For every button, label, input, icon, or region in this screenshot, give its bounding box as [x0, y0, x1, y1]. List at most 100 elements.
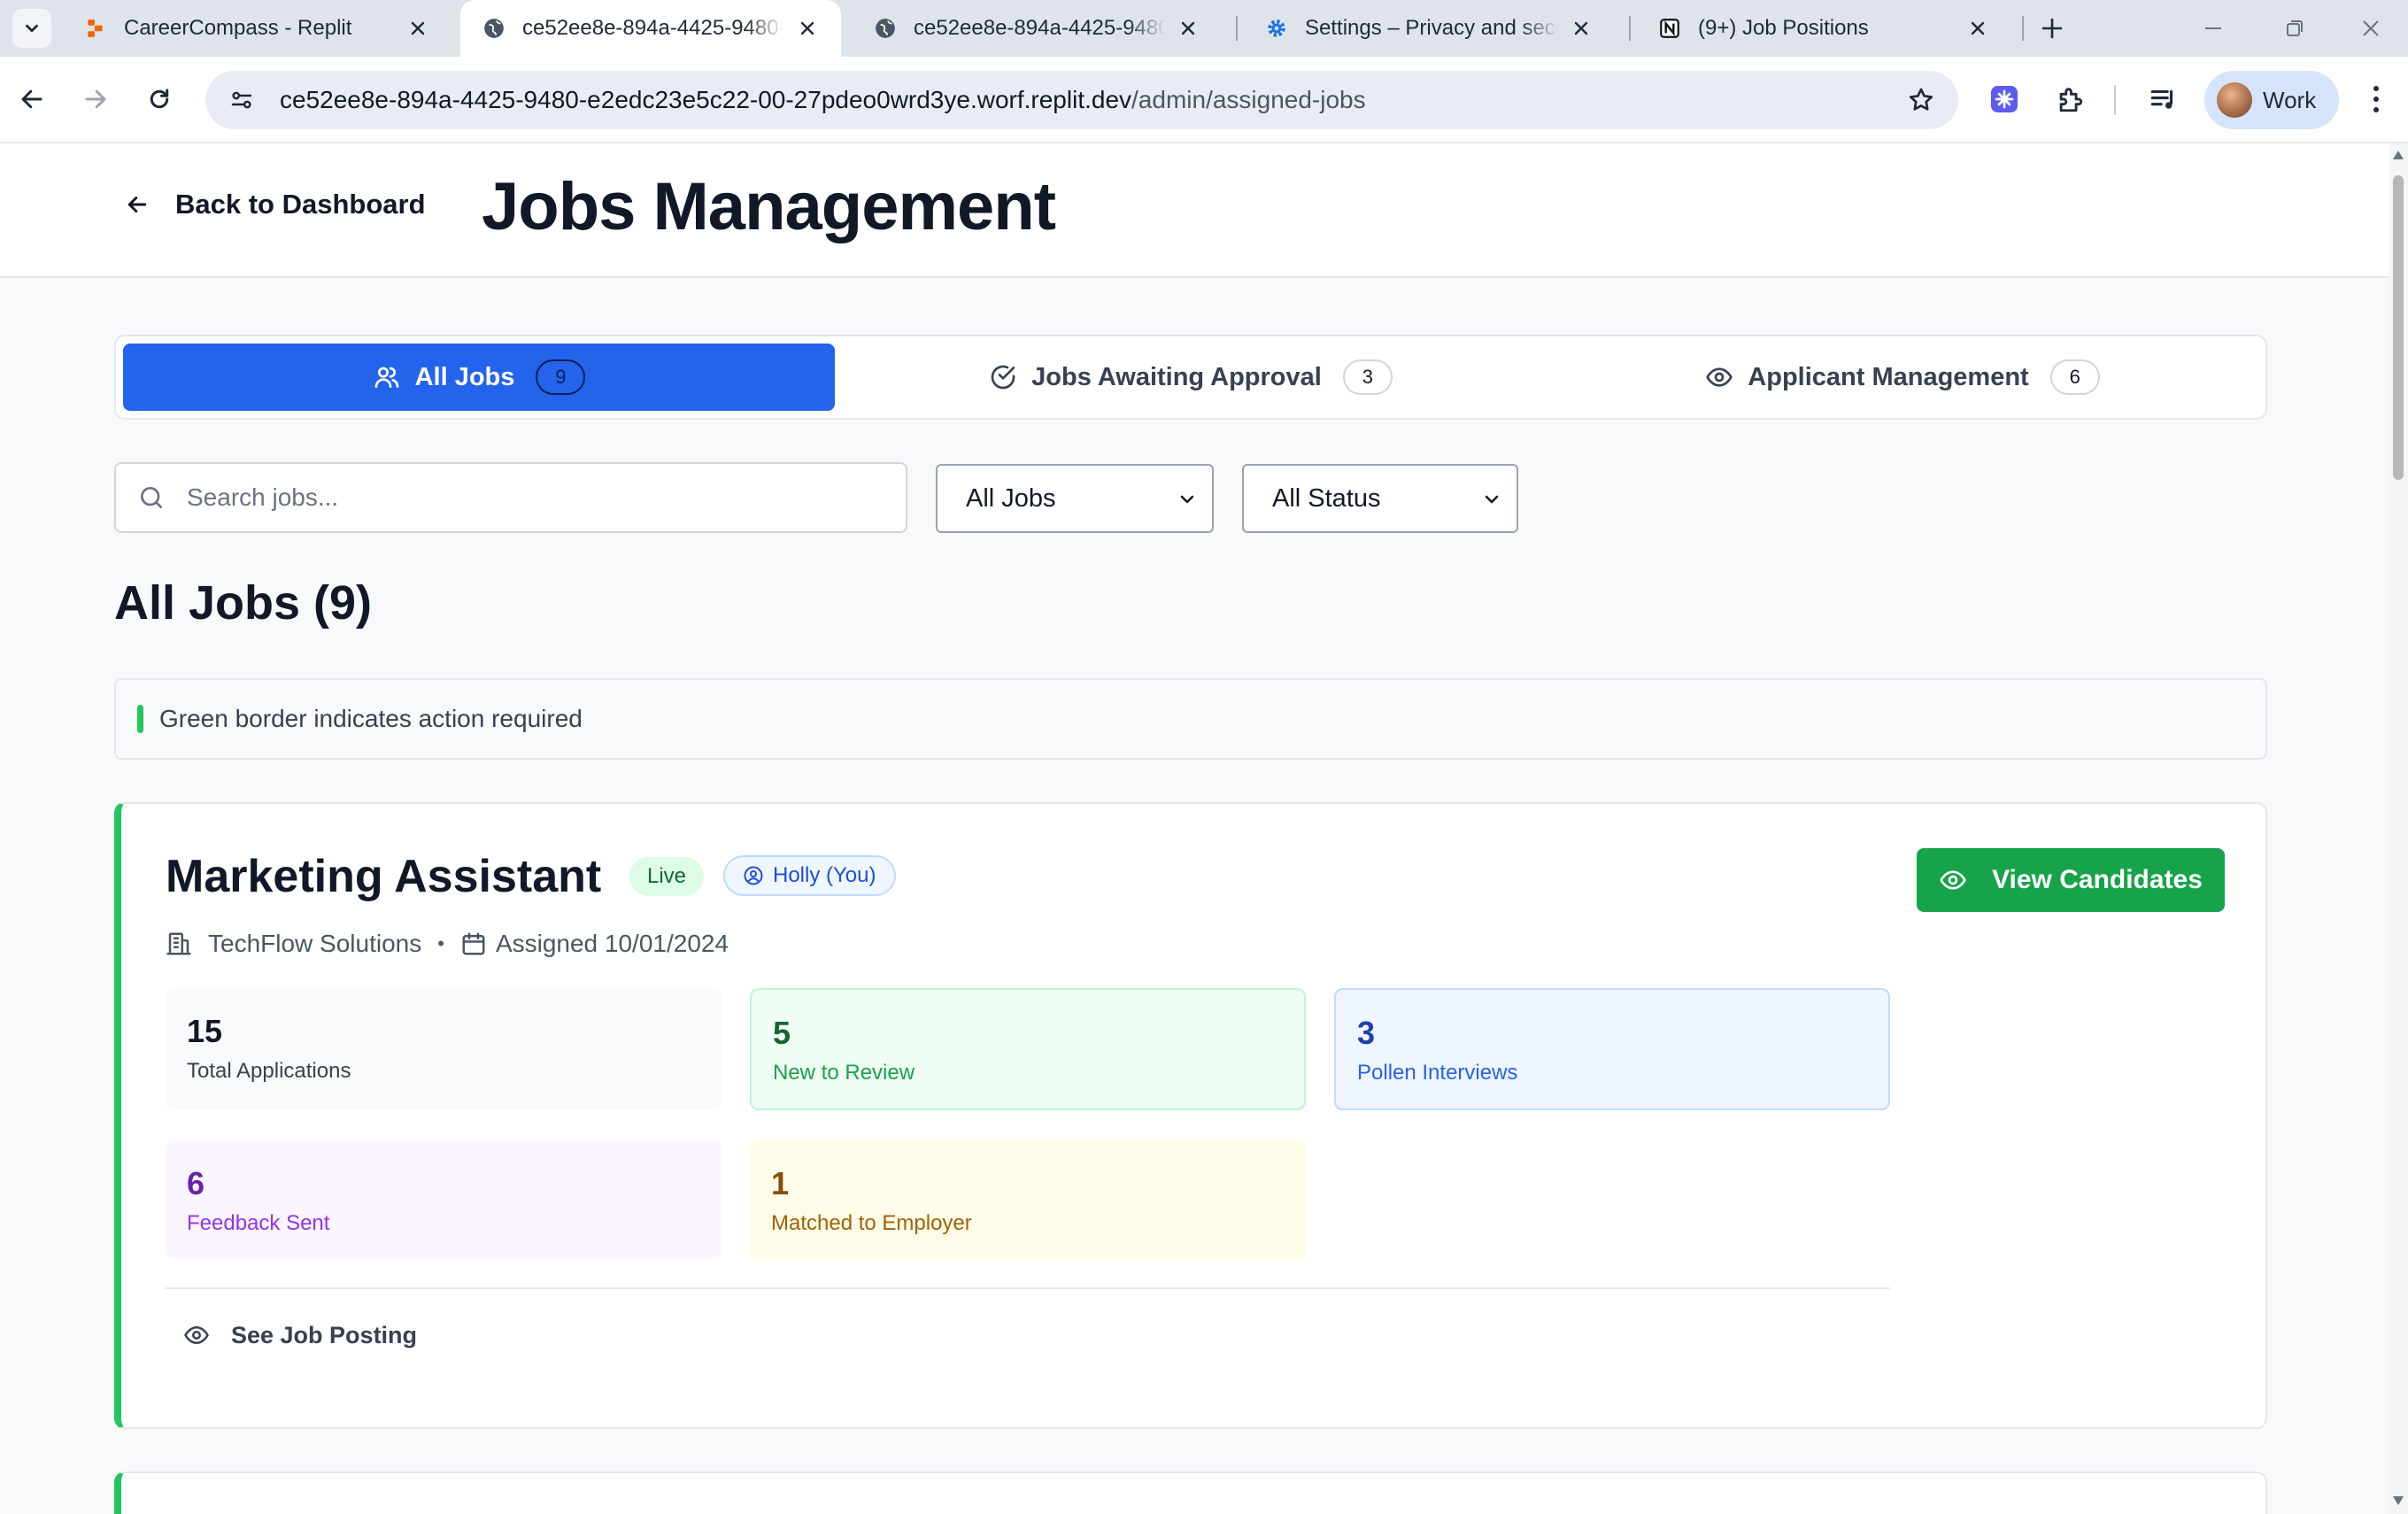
- chevron-down-icon: [1485, 495, 1499, 504]
- page-viewport: Back to Dashboard Jobs Management All Jo…: [0, 143, 2389, 1514]
- profile-button[interactable]: Work: [2204, 71, 2339, 129]
- browser-tab-1[interactable]: CareerCompass - Replit: [62, 0, 452, 57]
- tab-label: Jobs Awaiting Approval: [1031, 362, 1322, 391]
- window-close-button[interactable]: [2334, 0, 2408, 57]
- close-icon[interactable]: [405, 16, 430, 41]
- eye-icon: [1940, 870, 1966, 890]
- address-bar[interactable]: ce52ee8e-894a-4425-9480-e2edc23e5c22-00-…: [205, 71, 1958, 129]
- card-divider: [166, 1287, 1890, 1289]
- see-job-posting-link[interactable]: See Job Posting: [183, 1316, 417, 1355]
- status-select[interactable]: All Status: [1242, 464, 1518, 533]
- browser-tab-3[interactable]: ce52ee8e-894a-4425-9480-e2edc23e5c22: [852, 0, 1222, 57]
- tab-count-badge: 9: [536, 359, 586, 395]
- page-title: Jobs Management: [482, 169, 1056, 244]
- stat-value: 6: [187, 1165, 205, 1201]
- new-tab-button[interactable]: [2033, 9, 2072, 48]
- view-candidates-button[interactable]: View Candidates: [1917, 848, 2225, 912]
- browser-tab-5[interactable]: (9+) Job Positions: [1636, 0, 2011, 57]
- section-title: All Jobs (9): [114, 576, 373, 630]
- browser-tab-strip: CareerCompass - Replit ce52ee8e-894a-442…: [0, 0, 2408, 57]
- job-card: Marketing Assistant Live Holly (You) Tec…: [114, 802, 2267, 1429]
- minimize-button[interactable]: [2171, 0, 2256, 57]
- extension-app-icon[interactable]: [1981, 76, 2027, 122]
- close-icon[interactable]: [795, 16, 820, 41]
- tab-title: Settings – Privacy and security: [1305, 16, 1558, 40]
- restore-button[interactable]: [2252, 0, 2337, 57]
- close-icon[interactable]: [1176, 16, 1200, 41]
- arrow-right-icon: [85, 89, 106, 109]
- jobs-tabs: All Jobs 9 Jobs Awaiting Approval 3 Appl…: [114, 335, 2267, 420]
- stat-feedback-sent[interactable]: 6 Feedback Sent: [166, 1140, 722, 1259]
- media-controls-icon[interactable]: [2141, 76, 2187, 122]
- tab-separator: [2022, 16, 2024, 41]
- tab-label: All Jobs: [414, 362, 515, 391]
- calendar-icon: [462, 932, 485, 955]
- scrollbar-thumb[interactable]: [2393, 175, 2404, 480]
- profile-name: Work: [2263, 86, 2317, 113]
- url-path: /admin/assigned-jobs: [1131, 86, 1366, 113]
- stat-label: New to Review: [773, 1061, 915, 1085]
- stat-matched-to-employer[interactable]: 1 Matched to Employer: [750, 1140, 1306, 1259]
- page-scrollbar[interactable]: [2389, 143, 2408, 1514]
- globe-icon: [482, 16, 506, 41]
- stat-pollen-interviews[interactable]: 3 Pollen Interviews: [1334, 988, 1890, 1110]
- browser-menu-button[interactable]: [2355, 76, 2397, 122]
- job-type-select[interactable]: All Jobs: [936, 464, 1214, 533]
- tab-label: Applicant Management: [1748, 362, 2029, 391]
- reload-button[interactable]: [136, 76, 182, 122]
- notice-text: Green border indicates action required: [159, 705, 583, 732]
- search-jobs-field[interactable]: [114, 462, 907, 533]
- globe-icon: [873, 16, 898, 41]
- chevron-down-icon: [26, 24, 38, 33]
- stat-value: 5: [773, 1015, 791, 1051]
- check-circle-icon: [991, 365, 1015, 390]
- tab-separator: [1629, 16, 1631, 41]
- close-icon[interactable]: [1965, 16, 1990, 41]
- eye-icon: [184, 1325, 209, 1345]
- meta-separator: •: [437, 932, 444, 954]
- tab-jobs-awaiting-approval[interactable]: Jobs Awaiting Approval 3: [835, 344, 1547, 411]
- stat-new-to-review[interactable]: 5 New to Review: [750, 988, 1306, 1110]
- page-header: Back to Dashboard Jobs Management: [0, 143, 2389, 278]
- owner-badge-label: Holly (You): [773, 863, 876, 887]
- tab-search-button[interactable]: [12, 9, 51, 48]
- tab-title: (9+) Job Positions: [1698, 16, 1869, 40]
- browser-toolbar: ce52ee8e-894a-4425-9480-e2edc23e5c22-00-…: [0, 57, 2408, 143]
- tab-title: CareerCompass - Replit: [124, 16, 352, 40]
- extensions-puzzle-icon[interactable]: [2047, 76, 2093, 122]
- back-button[interactable]: [9, 76, 55, 122]
- job-type-select-value: All Jobs: [966, 483, 1056, 513]
- scroll-up-arrow-icon[interactable]: [2392, 149, 2404, 161]
- user-circle-icon: [744, 866, 763, 885]
- back-to-dashboard-link[interactable]: Back to Dashboard: [124, 182, 426, 227]
- stat-total-applications[interactable]: 15 Total Applications: [166, 988, 722, 1110]
- green-indicator-bar: [137, 705, 143, 733]
- chevron-down-icon: [1180, 495, 1194, 504]
- owner-badge: Holly (You): [723, 855, 896, 896]
- search-icon: [116, 483, 187, 512]
- url-text: ce52ee8e-894a-4425-9480-e2edc23e5c22-00-…: [280, 86, 1895, 114]
- scroll-down-arrow-icon[interactable]: [2392, 1495, 2404, 1507]
- stat-value: 15: [187, 1013, 223, 1049]
- close-icon[interactable]: [1569, 16, 1594, 41]
- restore-icon: [2287, 20, 2303, 36]
- browser-tab-2-active[interactable]: ce52ee8e-894a-4425-9480-e2edc23e5c22: [460, 0, 841, 57]
- stat-value: 3: [1357, 1015, 1376, 1051]
- tab-applicant-management[interactable]: Applicant Management 6: [1547, 344, 2258, 411]
- tab-separator: [1236, 16, 1238, 41]
- forward-button[interactable]: [73, 76, 119, 122]
- users-icon: [374, 367, 398, 388]
- action-required-notice: Green border indicates action required: [114, 678, 2267, 760]
- search-input[interactable]: [187, 483, 877, 512]
- tab-all-jobs[interactable]: All Jobs 9: [123, 344, 835, 411]
- toolbar-divider: [2114, 85, 2116, 115]
- stat-label: Matched to Employer: [771, 1211, 972, 1235]
- site-info-icon[interactable]: [211, 71, 273, 129]
- browser-tab-4[interactable]: Settings – Privacy and security: [1243, 0, 1615, 57]
- bookmark-star-icon[interactable]: [1895, 73, 1948, 127]
- tab-count-badge: 6: [2049, 359, 2100, 395]
- view-candidates-label: View Candidates: [1992, 865, 2203, 894]
- job-card: [114, 1472, 2267, 1514]
- eye-icon: [1706, 367, 1733, 387]
- minimize-icon: [2205, 27, 2221, 29]
